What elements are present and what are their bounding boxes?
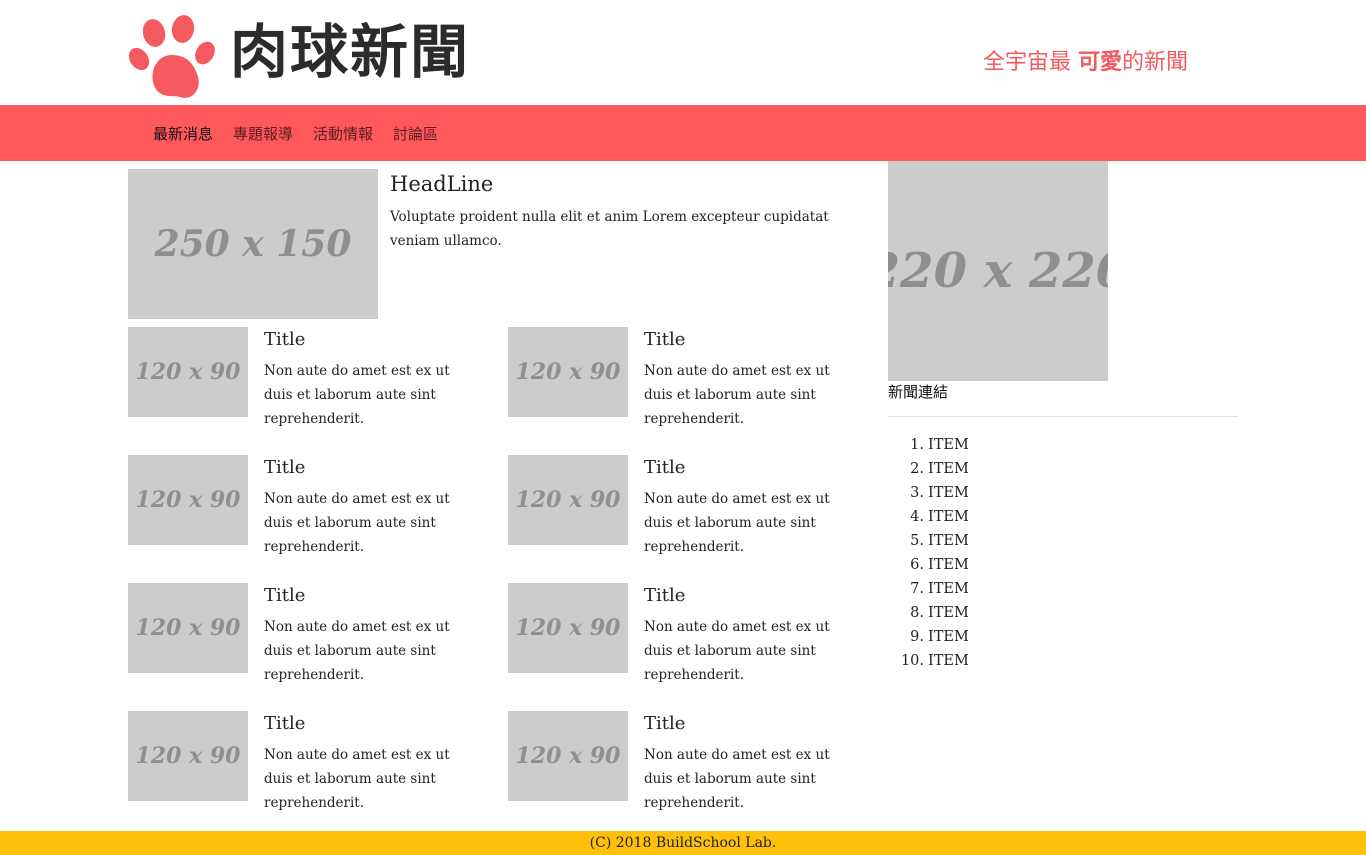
nav-item-events[interactable]: 活動情報 <box>313 105 373 161</box>
news-card-text: Non aute do amet est ex ut duis et labor… <box>644 491 830 555</box>
main-nav: 最新消息 專題報導 活動情報 討論區 <box>0 105 1366 161</box>
paw-icon[interactable] <box>128 15 218 99</box>
slogan-normal: 全宇宙最 <box>983 50 1078 75</box>
news-card-title[interactable]: Title <box>264 327 305 353</box>
news-link-label[interactable]: ITEM <box>928 629 969 645</box>
site-title[interactable]: 肉球新聞 <box>230 16 470 88</box>
headline-title[interactable]: HeadLine <box>390 170 493 198</box>
news-link-item[interactable]: 8. ITEM <box>888 601 969 625</box>
news-card-text: Non aute do amet est ex ut duis et labor… <box>644 619 830 683</box>
news-card-text: Non aute do amet est ex ut duis et labor… <box>264 619 450 683</box>
headline-text: Voluptate proident nulla elit et anim Lo… <box>390 209 829 249</box>
news-card-title[interactable]: Title <box>644 455 685 481</box>
news-link-item[interactable]: 6. ITEM <box>888 553 969 577</box>
nav-item-special-reports[interactable]: 專題報導 <box>233 105 293 161</box>
news-card-title[interactable]: Title <box>644 327 685 353</box>
news-card-title[interactable]: Title <box>644 711 685 737</box>
news-link-label[interactable]: ITEM <box>928 509 969 525</box>
news-card-text: Non aute do amet est ex ut duis et labor… <box>264 491 450 555</box>
news-card-text: Non aute do amet est ex ut duis et labor… <box>264 747 450 811</box>
news-card-title[interactable]: Title <box>264 711 305 737</box>
news-card-title[interactable]: Title <box>264 583 305 609</box>
news-link-item[interactable]: 7. ITEM <box>888 577 969 601</box>
nav-item-latest-news[interactable]: 最新消息 <box>153 105 213 161</box>
list-number: 5. <box>910 533 924 549</box>
news-card-image[interactable]: 120 x 90 <box>128 455 248 545</box>
news-card-title[interactable]: Title <box>264 455 305 481</box>
news-card-image[interactable]: 120 x 90 <box>508 711 628 801</box>
list-number: 7. <box>910 581 924 597</box>
news-link-label[interactable]: ITEM <box>928 581 969 597</box>
news-link-item[interactable]: 3. ITEM <box>888 481 969 505</box>
list-number: 8. <box>910 605 924 621</box>
news-card-text: Non aute do amet est ex ut duis et labor… <box>644 363 830 427</box>
site-footer: (C) 2018 BuildSchool Lab. <box>0 831 1366 855</box>
news-link-label[interactable]: ITEM <box>928 485 969 501</box>
list-number: 2. <box>910 461 924 477</box>
list-number: 10. <box>900 653 924 669</box>
news-card-image[interactable]: 120 x 90 <box>128 711 248 801</box>
list-number: 3. <box>910 485 924 501</box>
list-number: 4. <box>910 509 924 525</box>
news-link-label[interactable]: ITEM <box>928 437 969 453</box>
news-card-title[interactable]: Title <box>644 583 685 609</box>
news-link-item[interactable]: 5. ITEM <box>888 529 969 553</box>
news-link-label[interactable]: ITEM <box>928 461 969 477</box>
site-slogan: 全宇宙最 可愛的新聞 <box>983 46 1188 80</box>
news-card-image[interactable]: 120 x 90 <box>128 583 248 673</box>
news-link-item[interactable]: 2. ITEM <box>888 457 969 481</box>
news-card-image[interactable]: 120 x 90 <box>508 583 628 673</box>
site-header: 肉球新聞 全宇宙最 可愛的新聞 <box>0 0 1366 105</box>
slogan-bold: 可愛 <box>1078 50 1123 75</box>
news-card-image[interactable]: 120 x 90 <box>508 455 628 545</box>
nav-item-forum[interactable]: 討論區 <box>393 105 438 161</box>
list-number: 9. <box>910 629 924 645</box>
copyright-text: (C) 2018 BuildSchool Lab. <box>589 835 777 851</box>
news-card-text: Non aute do amet est ex ut duis et labor… <box>644 747 830 811</box>
headline-image[interactable]: 250 x 150 <box>128 169 378 319</box>
news-link-item[interactable]: 4. ITEM <box>888 505 969 529</box>
news-card-image[interactable]: 120 x 90 <box>128 327 248 417</box>
list-number: 6. <box>910 557 924 573</box>
sidebar-ad-image[interactable]: 220 x 220 <box>888 161 1108 381</box>
news-card-image[interactable]: 120 x 90 <box>508 327 628 417</box>
news-link-item[interactable]: 9. ITEM <box>888 625 969 649</box>
news-link-item[interactable]: 10. ITEM <box>888 649 969 673</box>
news-link-label[interactable]: ITEM <box>928 533 969 549</box>
news-card-text: Non aute do amet est ex ut duis et labor… <box>264 363 450 427</box>
news-link-label[interactable]: ITEM <box>928 557 969 573</box>
divider <box>888 416 1238 417</box>
news-link-label[interactable]: ITEM <box>928 653 969 669</box>
news-links-heading: 新聞連結 <box>888 383 949 401</box>
list-number: 1. <box>910 437 924 453</box>
news-links-list: 1. ITEM 2. ITEM 3. ITEM 4. ITEM 5. ITEM 6. ITE… <box>888 433 969 673</box>
news-link-item[interactable]: 1. ITEM <box>888 433 969 457</box>
news-link-label[interactable]: ITEM <box>928 605 969 621</box>
slogan-tail: 的新聞 <box>1122 50 1189 75</box>
